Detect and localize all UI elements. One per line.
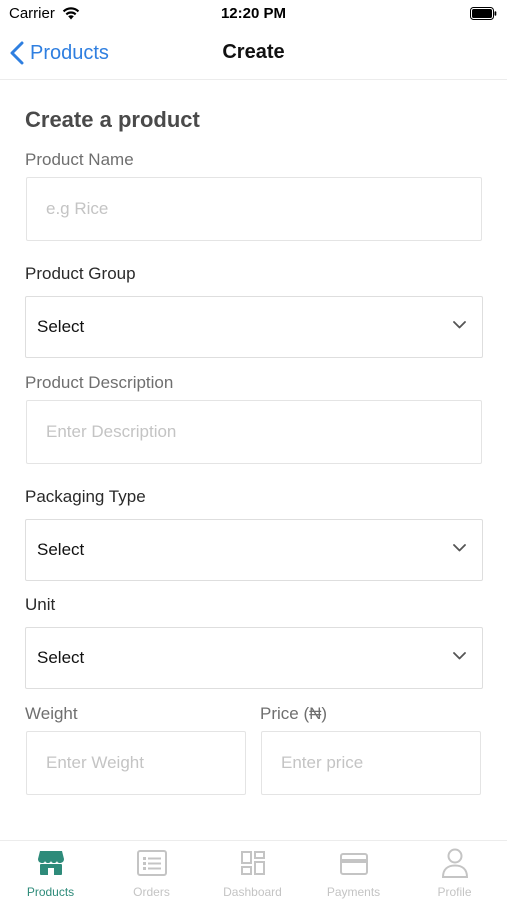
tab-label: Payments <box>326 885 381 899</box>
product-description-input[interactable] <box>26 400 482 464</box>
unit-value: Select <box>37 648 85 667</box>
product-name-label: Product Name <box>25 150 134 169</box>
card-icon <box>339 853 368 875</box>
grid-icon <box>240 851 265 875</box>
tab-profile[interactable]: Profile <box>404 841 505 900</box>
user-icon <box>441 848 468 878</box>
product-description-label: Product Description <box>25 373 174 392</box>
store-icon <box>37 851 64 875</box>
list-icon <box>136 850 167 876</box>
tab-label: Dashboard <box>223 885 282 899</box>
chevron-down-icon <box>453 544 466 552</box>
form-heading: Create a product <box>25 107 200 132</box>
tab-label: Products <box>26 885 75 899</box>
product-group-select[interactable]: Select <box>25 296 483 358</box>
status-time: 12:20 PM <box>220 5 287 22</box>
tab-bar: Products Orders Dashboard Payments Profi… <box>0 840 507 900</box>
tab-label: Profile <box>437 885 472 899</box>
weight-label: Weight <box>25 704 78 723</box>
price-input[interactable] <box>261 731 481 795</box>
tab-products[interactable]: Products <box>0 841 101 900</box>
page-title: Create <box>222 41 285 63</box>
unit-label: Unit <box>25 595 56 614</box>
tab-dashboard[interactable]: Dashboard <box>202 841 303 900</box>
battery-icon <box>470 7 497 20</box>
packaging-type-value: Select <box>37 540 85 559</box>
navigation-bar: Products Create <box>0 30 507 80</box>
status-bar: Carrier 12:20 PM <box>0 0 507 30</box>
chevron-down-icon <box>453 321 466 329</box>
tab-payments[interactable]: Payments <box>303 841 404 900</box>
packaging-type-select[interactable]: Select <box>25 519 483 581</box>
unit-select[interactable]: Select <box>25 627 483 689</box>
product-group-label: Product Group <box>25 264 136 283</box>
tab-label: Orders <box>133 885 170 899</box>
tab-orders[interactable]: Orders <box>101 841 202 900</box>
weight-input[interactable] <box>26 731 246 795</box>
packaging-type-label: Packaging Type <box>25 487 146 506</box>
price-label: Price (₦) <box>260 704 328 723</box>
product-name-input[interactable] <box>26 177 482 241</box>
chevron-down-icon <box>453 652 466 660</box>
product-group-value: Select <box>37 317 85 336</box>
